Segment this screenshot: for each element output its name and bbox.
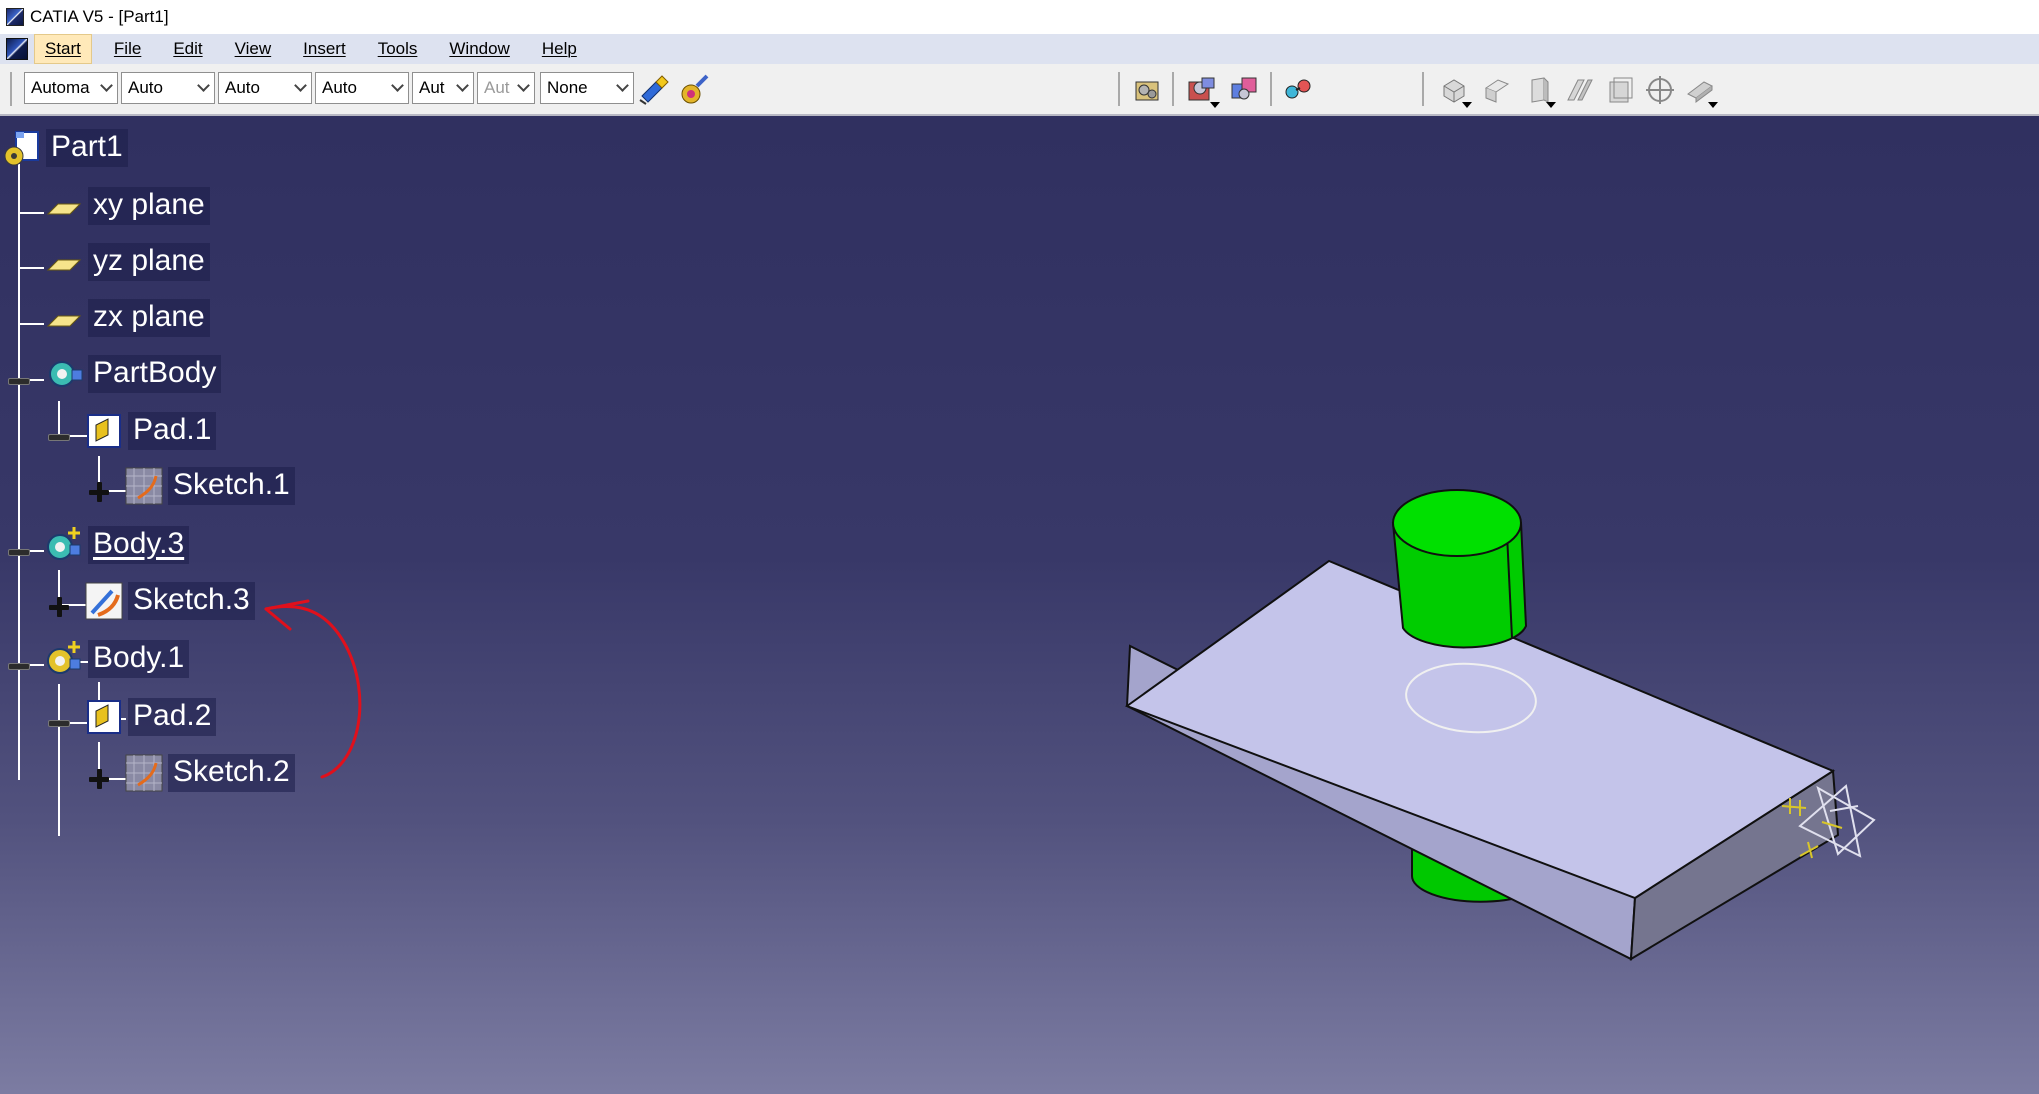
expand-sketch1-icon[interactable]	[88, 481, 110, 503]
apply-material-icon[interactable]	[1184, 72, 1220, 108]
catia-menu-icon[interactable]	[6, 38, 28, 60]
layer-combo[interactable]: None	[540, 72, 634, 104]
tree-item-pad2[interactable]: Pad.2	[84, 697, 217, 737]
menu-bar: Start File Edit View Insert Tools Window…	[0, 34, 2039, 64]
annotation-arrow	[264, 599, 362, 779]
tree-item-body3[interactable]: Body.3	[44, 525, 190, 565]
body-gear-plus-icon	[44, 639, 84, 679]
expand-sketch3-icon[interactable]	[48, 596, 70, 618]
toolbar: Automa Auto Auto Auto Aut Aut None	[0, 64, 2039, 116]
tree-item-body1[interactable]: Body.1	[44, 639, 190, 679]
menu-file[interactable]: File	[104, 35, 151, 63]
tree-label-sketch3: Sketch.3	[128, 582, 255, 620]
menu-tools[interactable]: Tools	[368, 35, 428, 63]
plane-icon	[44, 298, 84, 338]
top-view-icon[interactable]	[1562, 72, 1598, 108]
collapse-body3-icon[interactable]	[8, 541, 30, 563]
point-type-combo[interactable]: Aut	[412, 72, 474, 104]
tree-item-pad1[interactable]: Pad.1	[84, 411, 217, 451]
tree-label-pad1: Pad.1	[128, 412, 217, 450]
transparency-combo[interactable]: Auto	[121, 72, 215, 104]
body-gear-plus-icon	[44, 525, 84, 565]
tree-label-pad2: Pad.2	[128, 698, 217, 736]
collapse-body1-icon[interactable]	[8, 655, 30, 677]
sketch-icon	[124, 753, 164, 793]
shading-mode-icon[interactable]	[1682, 72, 1718, 108]
collapse-pad1-icon[interactable]	[48, 426, 70, 448]
menu-insert[interactable]: Insert	[293, 35, 356, 63]
tree-item-part1[interactable]: Part1	[2, 128, 128, 168]
tree-item-xy-plane[interactable]: xy plane	[44, 186, 210, 226]
tree-item-sketch1[interactable]: Sketch.1	[124, 466, 295, 506]
tree-item-sketch2[interactable]: Sketch.2	[124, 753, 295, 793]
view-mode-icon[interactable]	[1602, 72, 1638, 108]
properties-brush-icon[interactable]	[677, 72, 713, 108]
tree-label-body1: Body.1	[88, 640, 190, 678]
body-gear-icon	[44, 354, 84, 394]
upper-cylinder[interactable]	[1391, 489, 1528, 649]
3d-viewport[interactable]: Part1 xy plane yz plane zx plane PartBod…	[0, 116, 2039, 1094]
tree-label-part1: Part1	[46, 129, 128, 167]
right-view-icon[interactable]	[1520, 72, 1556, 108]
fill-color-combo[interactable]: Automa	[24, 72, 118, 104]
collapse-partbody-icon[interactable]	[8, 370, 30, 392]
line-thickness-combo[interactable]: Auto	[218, 72, 312, 104]
window-title: CATIA V5 - [Part1]	[30, 7, 169, 26]
menu-start[interactable]: Start	[34, 34, 92, 64]
toolbar-grip-2[interactable]	[1118, 72, 1120, 106]
pad-icon	[84, 411, 124, 451]
tree-label-xy-plane: xy plane	[88, 187, 210, 225]
sketch-edit-icon	[84, 581, 124, 621]
tree-branch	[58, 684, 60, 836]
tree-item-yz-plane[interactable]: yz plane	[44, 242, 210, 282]
line-type-combo[interactable]: Auto	[315, 72, 409, 104]
tree-item-zx-plane[interactable]: zx plane	[44, 298, 210, 338]
toolbar-grip-4	[1270, 72, 1272, 106]
tree-item-sketch3[interactable]: Sketch.3	[84, 581, 255, 621]
catia-app-icon	[6, 8, 24, 26]
title-bar: CATIA V5 - [Part1]	[0, 0, 2039, 34]
material-library-icon[interactable]	[1226, 72, 1262, 108]
tree-label-partbody: PartBody	[88, 355, 222, 393]
collapse-pad2-icon[interactable]	[48, 712, 70, 734]
pad-icon	[84, 697, 124, 737]
menu-view[interactable]: View	[225, 35, 282, 63]
catalog-browser-icon[interactable]	[1130, 72, 1166, 108]
tree-trunk	[18, 164, 20, 514]
named-views-icon[interactable]	[1642, 72, 1678, 108]
tree-label-body3: Body.3	[88, 526, 190, 564]
part-icon	[2, 128, 42, 168]
tree-branch	[18, 323, 44, 325]
tree-label-sketch2: Sketch.2	[168, 754, 295, 792]
toolbar-grip-5	[1422, 72, 1424, 106]
plane-icon	[44, 186, 84, 226]
3d-scene[interactable]	[0, 116, 2039, 1094]
menu-window[interactable]: Window	[439, 35, 519, 63]
toolbar-grip-3	[1172, 72, 1174, 106]
toolbar-grip[interactable]	[10, 72, 12, 106]
tree-item-partbody[interactable]: PartBody	[44, 354, 222, 394]
painter-icon[interactable]	[636, 72, 672, 108]
tree-branch	[18, 267, 44, 269]
rendering-style-combo: Aut	[477, 72, 535, 104]
tree-label-yz-plane: yz plane	[88, 243, 210, 281]
menu-edit[interactable]: Edit	[163, 35, 212, 63]
tree-label-zx-plane: zx plane	[88, 299, 210, 337]
sketch-icon	[124, 466, 164, 506]
menu-help[interactable]: Help	[532, 35, 587, 63]
plane-icon	[44, 242, 84, 282]
expand-sketch2-icon[interactable]	[88, 768, 110, 790]
front-view-icon[interactable]	[1478, 72, 1514, 108]
tree-label-sketch1: Sketch.1	[168, 467, 295, 505]
tree-branch	[18, 212, 44, 214]
analyze-icon[interactable]	[1280, 72, 1316, 108]
isometric-view-icon[interactable]	[1436, 72, 1472, 108]
